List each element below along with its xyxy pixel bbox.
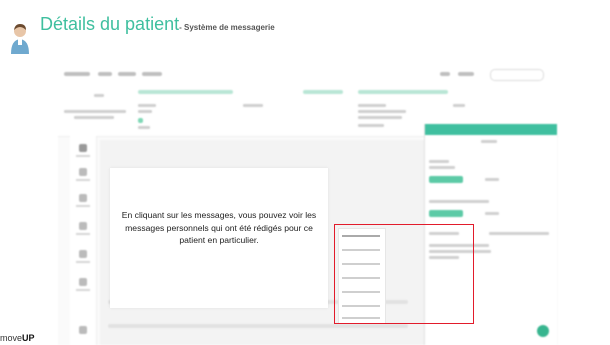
patient-field <box>243 104 263 107</box>
slide-title-text: Détails du patient <box>40 14 180 34</box>
patient-field <box>358 90 448 94</box>
nav-item-icon[interactable] <box>79 278 87 286</box>
nav-item-icon[interactable] <box>79 194 87 202</box>
patient-field <box>94 94 104 97</box>
nav-item-icon[interactable] <box>79 168 87 176</box>
patient-name <box>64 110 126 113</box>
nav-item-icon[interactable] <box>79 222 87 230</box>
callout-text: En cliquant sur les messages, vous pouve… <box>121 210 317 245</box>
patient-field <box>138 110 152 113</box>
panel-field <box>489 232 549 235</box>
messages-panel-header <box>425 124 557 135</box>
patient-field <box>358 116 402 119</box>
patient-id <box>74 116 114 119</box>
patient-field <box>358 124 384 127</box>
nav-label <box>76 233 90 235</box>
patient-field <box>303 90 343 94</box>
panel-green-field[interactable] <box>429 176 463 183</box>
topbar-menu-item[interactable] <box>142 72 162 76</box>
explanation-callout: En cliquant sur les messages, vous pouve… <box>110 168 328 308</box>
patient-field <box>138 126 150 129</box>
brand-logo: moveUP <box>0 333 35 343</box>
topbar-menu-item[interactable] <box>440 72 450 76</box>
user-avatar-icon <box>11 24 29 54</box>
patient-field <box>138 90 233 94</box>
panel-field <box>429 166 455 169</box>
nav-label <box>76 205 90 207</box>
content-row <box>108 324 408 328</box>
chat-fab-button[interactable] <box>537 325 549 337</box>
slide: Détails du patient- Système de messageri… <box>0 0 610 345</box>
nav-item-icon[interactable] <box>79 326 87 334</box>
panel-green-field[interactable] <box>429 210 463 217</box>
patient-field <box>138 104 156 107</box>
slide-title: Détails du patient- Système de messageri… <box>40 14 275 35</box>
panel-field <box>481 140 497 143</box>
slide-subtitle: - Système de messagerie <box>179 23 275 32</box>
panel-field <box>429 200 489 203</box>
patient-field <box>453 104 465 107</box>
panel-field <box>485 212 499 215</box>
topbar-search[interactable] <box>490 69 544 81</box>
nav-home-icon[interactable] <box>79 144 87 152</box>
nav-label <box>76 289 90 291</box>
patient-field <box>358 104 386 107</box>
brand-prefix: move <box>0 333 23 343</box>
status-dot <box>138 118 143 123</box>
patient-field <box>358 110 406 113</box>
brand-suffix: UP <box>22 333 35 343</box>
panel-field <box>485 178 499 181</box>
highlight-box <box>334 224 474 324</box>
left-nav <box>70 136 97 345</box>
topbar-menu-item[interactable] <box>98 72 112 76</box>
nav-label <box>76 155 90 157</box>
app-logo <box>64 72 90 76</box>
panel-field <box>429 160 449 163</box>
topbar-menu-item[interactable] <box>458 72 474 76</box>
app-topbar <box>58 64 558 87</box>
nav-label <box>76 179 90 181</box>
nav-label <box>76 261 90 263</box>
topbar-menu-item[interactable] <box>118 72 136 76</box>
nav-item-icon[interactable] <box>79 250 87 258</box>
